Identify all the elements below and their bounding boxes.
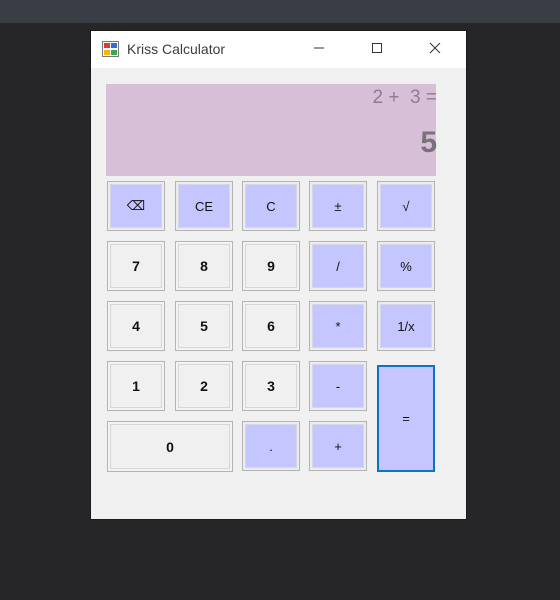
digit-1-button[interactable]: 1 [107, 361, 165, 411]
result-display: 5 [420, 126, 437, 159]
digit-4-button[interactable]: 4 [107, 301, 165, 351]
multiply-button[interactable]: * [309, 301, 367, 351]
digit-8-button[interactable]: 8 [175, 241, 233, 291]
digit-5-button[interactable]: 5 [175, 301, 233, 351]
digit-0-button[interactable]: 0 [107, 421, 233, 472]
calculator-window: Kriss Calculator 2 + 3 = 5 ⌫ CE C ± √ 7 … [91, 31, 466, 519]
maximize-icon [371, 41, 383, 59]
expression-display: 2 + 3 = [372, 87, 437, 108]
negate-button[interactable]: ± [309, 181, 367, 231]
reciprocal-button[interactable]: 1/x [377, 301, 435, 351]
window-title: Kriss Calculator [127, 41, 226, 57]
calculator-display: 2 + 3 = 5 [106, 84, 437, 176]
desktop-top-strip [0, 0, 560, 23]
digit-9-button[interactable]: 9 [242, 241, 300, 291]
subtract-button[interactable]: - [309, 361, 367, 411]
backspace-button[interactable]: ⌫ [107, 181, 165, 231]
equals-button[interactable]: = [377, 365, 435, 472]
add-button[interactable]: + [309, 421, 367, 471]
sqrt-button[interactable]: √ [377, 181, 435, 231]
digit-7-button[interactable]: 7 [107, 241, 165, 291]
minimize-icon [313, 41, 325, 59]
close-button[interactable] [412, 31, 458, 68]
divide-button[interactable]: / [309, 241, 367, 291]
clear-button[interactable]: C [242, 181, 300, 231]
maximize-button[interactable] [354, 31, 400, 68]
percent-button[interactable]: % [377, 241, 435, 291]
close-icon [429, 41, 441, 59]
minimize-button[interactable] [296, 31, 342, 68]
clear-entry-button[interactable]: CE [175, 181, 233, 231]
decimal-button[interactable]: . [242, 421, 300, 471]
digit-6-button[interactable]: 6 [242, 301, 300, 351]
calculator-app-icon [102, 41, 119, 57]
digit-2-button[interactable]: 2 [175, 361, 233, 411]
digit-3-button[interactable]: 3 [242, 361, 300, 411]
title-bar[interactable]: Kriss Calculator [91, 31, 466, 68]
